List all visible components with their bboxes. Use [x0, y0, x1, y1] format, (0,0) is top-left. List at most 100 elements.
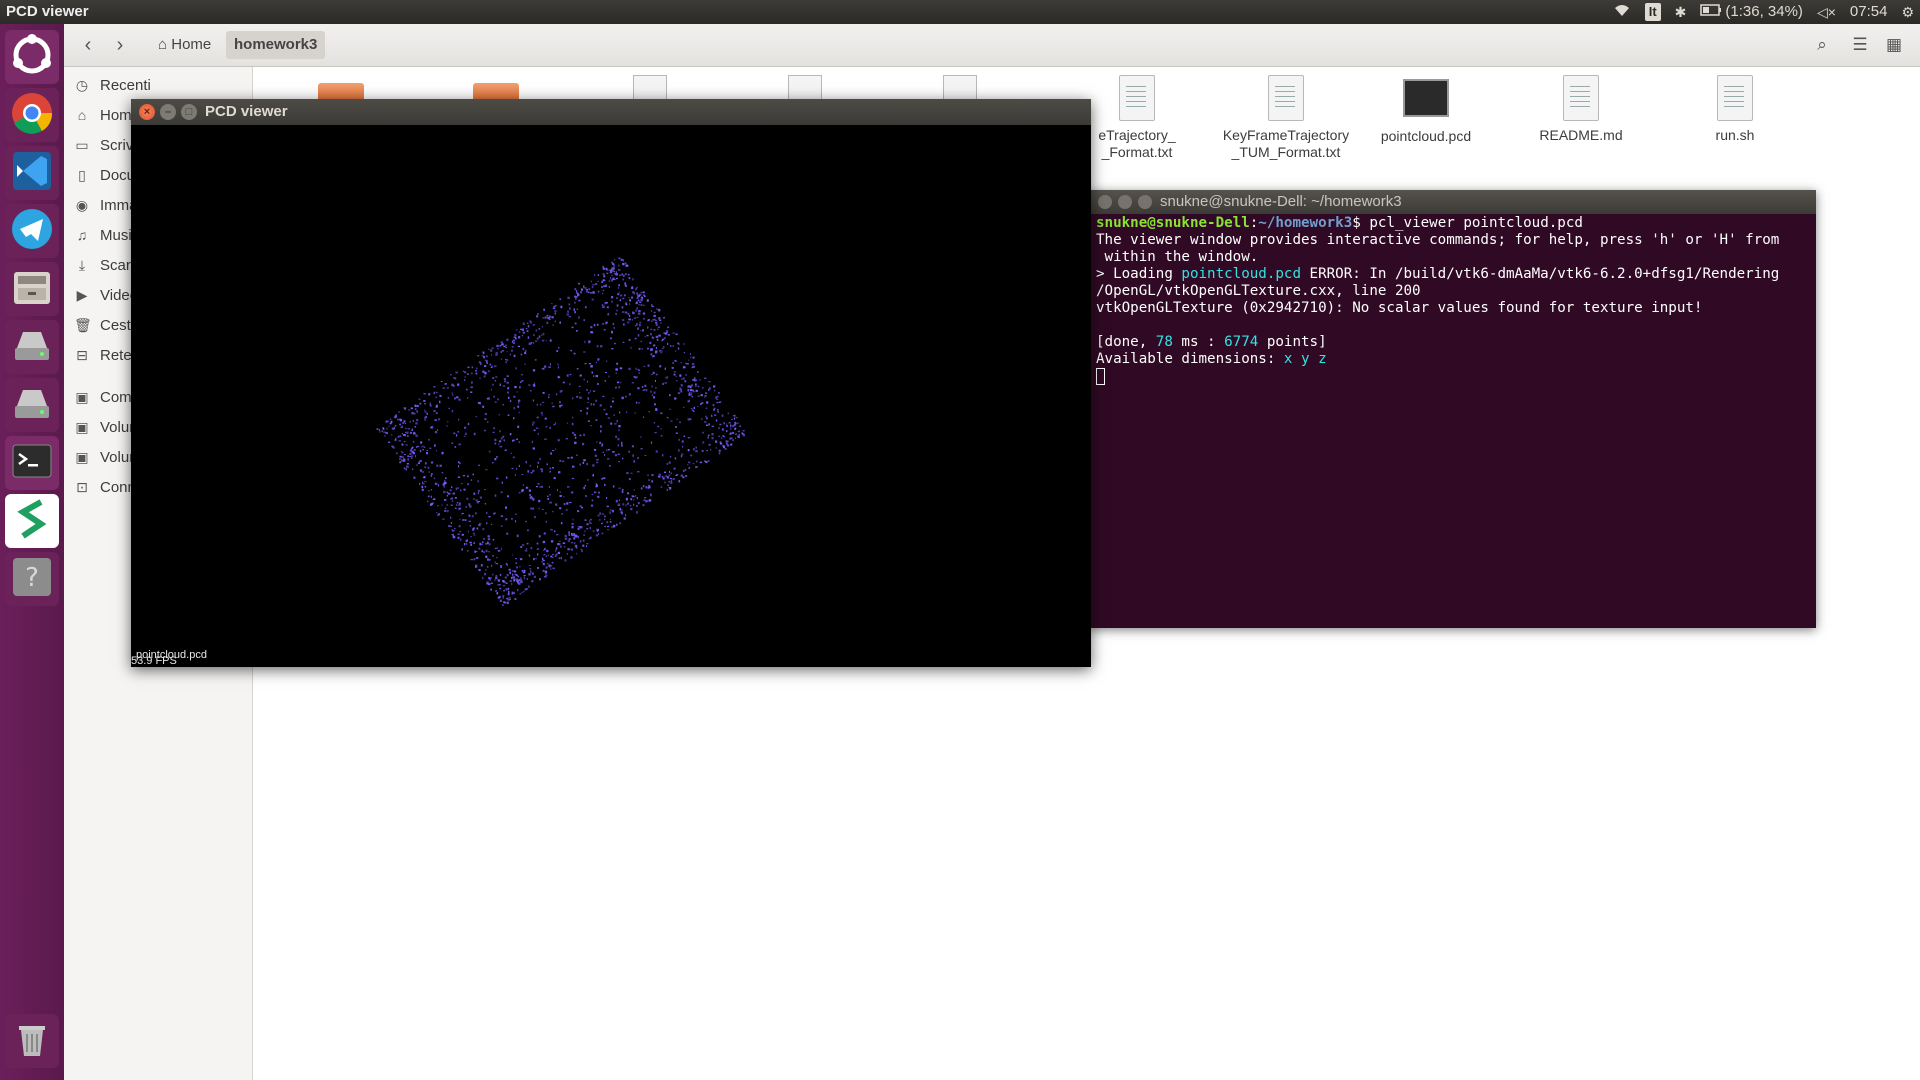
telegram-launcher[interactable]: [5, 204, 59, 258]
file-item[interactable]: README.md: [1521, 75, 1641, 144]
terminal-line: [done, 78 ms : 6774 points]: [1096, 334, 1808, 351]
app-s-launcher[interactable]: [5, 494, 59, 548]
home-icon: ⌂: [158, 36, 168, 53]
clock[interactable]: 07:54: [1850, 0, 1888, 24]
launcher: ?: [0, 24, 65, 1080]
done-ms: 78: [1155, 334, 1173, 350]
text-file-icon: [1563, 75, 1599, 121]
terminal-launcher[interactable]: [5, 436, 59, 490]
server-icon: ⊡: [76, 478, 88, 495]
network-icon: ⊟: [76, 346, 88, 363]
file-manager-header: ‹ › ⌂ Home homework3 ⌕ ☰ ▦: [64, 24, 1920, 67]
terminal-line: > Loading pointcloud.pcd ERROR: In /buil…: [1096, 266, 1808, 283]
bluetooth-icon[interactable]: ✱: [1675, 0, 1687, 24]
minimize-button[interactable]: [1118, 195, 1132, 209]
sidebar-item-network[interactable]: ⊟ Rete: [74, 343, 132, 367]
music-icon: ♫: [76, 227, 88, 243]
file-item[interactable]: eTrajectory_ _Format.txt: [1077, 75, 1197, 161]
pcd-viewer-title: PCD viewer: [205, 103, 288, 120]
forward-button[interactable]: ›: [106, 32, 134, 58]
battery-icon: [1700, 0, 1722, 24]
drive-icon: ▣: [75, 448, 89, 465]
terminal-title: snukne@snukne-Dell: ~/homework3: [1160, 193, 1402, 210]
active-app-title: PCD viewer: [6, 3, 89, 20]
wifi-icon[interactable]: [1613, 0, 1631, 24]
terminal-titlebar[interactable]: snukne@snukne-Dell: ~/homework3: [1088, 190, 1816, 214]
list-view-button[interactable]: ☰: [1846, 32, 1874, 58]
pcd-viewer-titlebar[interactable]: × – □ PCD viewer: [131, 99, 1091, 125]
settings-gear-icon[interactable]: ⚙: [1901, 0, 1914, 24]
text-file-icon: [1119, 75, 1155, 121]
done-suffix: points]: [1258, 334, 1327, 350]
text-file-icon[interactable]: [633, 75, 667, 100]
done-prefix: [done,: [1096, 334, 1156, 350]
battery-text: (1:36, 34%): [1725, 3, 1803, 20]
hard-drive-icon: [9, 322, 55, 372]
file-item[interactable]: KeyFrameTrajectory _TUM_Format.txt: [1211, 75, 1361, 161]
folder-icon[interactable]: [318, 83, 364, 99]
terminal-line: The viewer window provides interactive c…: [1096, 232, 1780, 248]
point-cloud: [376, 257, 745, 606]
volume-muted-icon[interactable]: ◁×: [1817, 0, 1836, 24]
file-item-label: README.md: [1539, 127, 1623, 143]
text-file-icon[interactable]: [943, 75, 977, 100]
chevron-right-icon: ›: [116, 33, 124, 56]
home-icon: ⌂: [77, 107, 87, 123]
search-button[interactable]: ⌕: [1808, 32, 1836, 58]
close-button[interactable]: [1098, 195, 1112, 209]
camera-icon: ◉: [75, 196, 89, 213]
document-icon: ▯: [78, 166, 86, 183]
terminal-line: /OpenGL/vtkOpenGLTexture.cxx, line 200: [1096, 283, 1421, 299]
terminal-output[interactable]: snukne@snukne-Dell:~/homework3$ pcl_view…: [1088, 214, 1816, 387]
minimize-button[interactable]: –: [160, 104, 176, 120]
breadcrumb-current[interactable]: homework3: [226, 31, 326, 59]
help-launcher[interactable]: ?: [5, 552, 59, 606]
close-button[interactable]: ×: [139, 104, 155, 120]
battery-indicator[interactable]: (1:36, 34%): [1700, 0, 1803, 24]
trash-icon: [9, 1016, 55, 1066]
pcd-file-icon: [1403, 79, 1449, 117]
grid-view-button[interactable]: ▦: [1880, 32, 1908, 58]
keyboard-layout-indicator[interactable]: It: [1644, 3, 1661, 21]
terminal-line: Available dimensions: x y z: [1096, 351, 1808, 368]
breadcrumb-home-label: Home: [171, 36, 212, 53]
sidebar-item-recent[interactable]: ◷ Recenti: [74, 73, 151, 97]
file-item-label: run.sh: [1715, 127, 1755, 143]
breadcrumb-home[interactable]: ⌂ Home: [150, 31, 219, 59]
disk-launcher[interactable]: [5, 320, 59, 374]
list-icon: ☰: [1852, 35, 1868, 54]
maximize-button[interactable]: □: [181, 104, 197, 120]
ubuntu-dash-button[interactable]: [5, 30, 59, 84]
text-file-icon[interactable]: [788, 75, 822, 100]
terminal-line: snukne@snukne-Dell:~/homework3$ pcl_view…: [1096, 215, 1583, 231]
chevron-left-icon: ‹: [84, 33, 92, 56]
vscode-launcher[interactable]: [5, 146, 59, 200]
drive-icon: ▣: [75, 388, 89, 405]
maximize-button[interactable]: [1138, 195, 1152, 209]
prompt-user: snukne@snukne-Dell: [1096, 215, 1250, 231]
file-item-label: KeyFrameTrajectory _TUM_Format.txt: [1222, 127, 1350, 160]
trash-launcher[interactable]: [5, 1014, 59, 1068]
drive-icon: ▣: [75, 418, 89, 435]
point-cloud-canvas[interactable]: [131, 125, 1091, 667]
s-logo-icon: [9, 496, 55, 546]
sidebar-item-label: Recenti: [100, 76, 151, 94]
folder-icon[interactable]: [473, 83, 519, 99]
file-manager-launcher[interactable]: [5, 262, 59, 316]
back-button[interactable]: ‹: [74, 32, 102, 58]
file-item[interactable]: pointcloud.pcd: [1366, 75, 1486, 145]
help-question-icon: ?: [9, 554, 55, 604]
ubuntu-logo-icon: [9, 32, 55, 82]
done-points: 6774: [1224, 334, 1259, 350]
chrome-launcher[interactable]: [5, 88, 59, 142]
sidebar-item-videos[interactable]: ▶ Video: [74, 283, 138, 307]
disk-launcher-2[interactable]: [5, 378, 59, 432]
pcd-viewer-window[interactable]: × – □ PCD viewer 53.9 FPS pointcloud.pcd: [131, 99, 1091, 667]
loading-file: pointcloud.pcd: [1181, 266, 1302, 282]
terminal-window[interactable]: snukne@snukne-Dell: ~/homework3 snukne@s…: [1088, 190, 1816, 628]
file-item[interactable]: run.sh: [1675, 75, 1795, 144]
folder-icon: ▭: [75, 136, 89, 153]
file-item-label: pointcloud.pcd: [1380, 128, 1472, 144]
file-item-label: eTrajectory_ _Format.txt: [1098, 127, 1176, 160]
